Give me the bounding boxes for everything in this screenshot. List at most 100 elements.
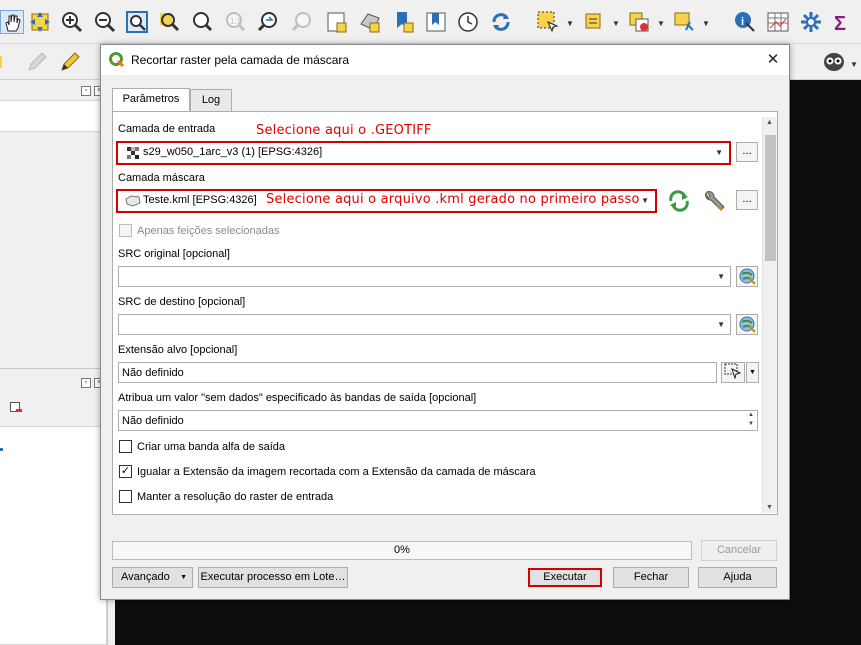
target-extent-value: Não definido [122, 367, 184, 379]
selected-only-label: Apenas feições selecionadas [137, 225, 280, 237]
wrench-settings-icon[interactable] [701, 189, 727, 213]
raster-layer-icon [127, 147, 139, 159]
chevron-down-icon[interactable]: ▼ [715, 148, 723, 157]
zoom-to-layer-icon[interactable] [190, 10, 214, 34]
crop-to-cutline-label: Igualar a Extensão da imagem recortada c… [137, 466, 536, 478]
svg-text:i: i [741, 16, 744, 28]
source-crs-select-button[interactable] [736, 266, 758, 287]
spin-arrows-icon[interactable]: ▲ ▼ [748, 411, 754, 429]
remove-layer-icon[interactable] [10, 402, 22, 414]
iterate-over-features-icon[interactable] [667, 190, 691, 212]
qgis-logo-icon [109, 52, 125, 68]
scroll-up-icon[interactable]: ▲ [766, 119, 773, 126]
zoom-native-icon[interactable]: 1:1 [223, 10, 247, 34]
chevron-down-icon[interactable]: ▼ [566, 19, 574, 28]
select-features-icon[interactable] [536, 10, 560, 34]
plugin-owl-icon[interactable] [822, 50, 846, 74]
batch-process-button[interactable]: Executar processo em Lote… [198, 567, 348, 588]
pan-hand-icon[interactable] [0, 10, 24, 34]
help-button[interactable]: Ajuda [698, 567, 777, 588]
pan-to-selection-icon[interactable] [28, 10, 52, 34]
deselect-icon[interactable] [627, 10, 651, 34]
keep-resolution-label: Manter a resolução do raster de entrada [137, 491, 334, 503]
identify-icon[interactable]: i [733, 10, 757, 34]
extent-draw-button[interactable] [721, 362, 745, 383]
float-panel-icon[interactable]: ▫ [81, 86, 91, 96]
chevron-down-icon[interactable]: ▼ [850, 60, 858, 69]
globe-icon [739, 268, 756, 285]
alpha-band-label: Criar uma banda alfa de saída [137, 441, 285, 453]
tab-log[interactable]: Log [190, 89, 232, 111]
toggle-editing-icon[interactable] [25, 50, 49, 74]
statistics-sum-icon[interactable]: Σ [831, 10, 855, 35]
target-crs-combo[interactable]: ▼ [118, 314, 731, 335]
select-on-canvas-icon [724, 363, 742, 380]
scroll-thumb[interactable] [765, 135, 776, 261]
keep-resolution-checkbox[interactable] [119, 490, 132, 503]
dialog-titlebar: Recortar raster pela camada de máscara ✕ [101, 45, 789, 75]
pencil-icon[interactable] [58, 50, 82, 74]
selected-only-checkbox[interactable] [119, 224, 132, 237]
chevron-down-icon: ▼ [749, 369, 756, 376]
chevron-down-icon[interactable]: ▼ [612, 19, 620, 28]
advanced-button[interactable]: Avançado ▼ [112, 567, 193, 588]
extent-menu-button[interactable]: ▼ [746, 362, 759, 383]
mask-annotation: Selecione aqui o arquivo .kml gerado no … [266, 192, 640, 207]
zoom-in-icon[interactable] [60, 10, 84, 34]
processing-toolbox-icon[interactable] [799, 10, 823, 34]
scroll-down-icon[interactable]: ▼ [766, 504, 773, 511]
chevron-down-icon[interactable]: ▼ [717, 272, 725, 281]
progress-bar: 0% [112, 541, 692, 560]
chevron-down-icon[interactable]: ▼ [702, 19, 710, 28]
mask-layer-combo[interactable]: Teste.kml [EPSG:4326] Selecione aqui o a… [119, 191, 654, 211]
nodata-spinbox[interactable]: Não definido ▲ ▼ [118, 410, 758, 431]
select-by-value-icon[interactable] [583, 10, 607, 34]
clip-raster-dialog: Recortar raster pela camada de máscara ✕… [100, 44, 790, 600]
layers-panel: ▫ × ▫ × [0, 80, 108, 645]
close-button[interactable]: Fechar [613, 567, 689, 588]
attribute-table-icon[interactable] [766, 10, 790, 34]
input-browse-button[interactable]: ... [736, 142, 758, 162]
select-location-icon[interactable] [672, 10, 696, 34]
source-crs-label: SRC original [opcional] [118, 248, 230, 260]
show-bookmarks-icon[interactable] [424, 10, 448, 34]
cancel-button[interactable]: Cancelar [701, 540, 777, 561]
zoom-next-icon[interactable] [290, 10, 314, 34]
chevron-down-icon[interactable]: ▼ [657, 19, 665, 28]
run-button[interactable]: Executar [528, 568, 602, 587]
new-3d-view-icon[interactable] [358, 10, 382, 34]
new-map-view-icon[interactable] [325, 10, 349, 34]
close-dialog-button[interactable]: ✕ [763, 50, 783, 70]
target-crs-select-button[interactable] [736, 314, 758, 335]
svg-text:1:1: 1:1 [230, 17, 242, 26]
zoom-out-icon[interactable] [93, 10, 117, 34]
input-layer-label: Camada de entrada [118, 123, 216, 135]
globe-icon [739, 316, 756, 333]
tab-parametros[interactable]: Parâmetros [112, 88, 190, 111]
zoom-to-selection-icon[interactable] [157, 10, 181, 34]
source-crs-combo[interactable]: ▼ [118, 266, 731, 287]
parameters-scrollbar[interactable]: ▲ ▼ [762, 117, 777, 513]
chevron-down-icon[interactable]: ▼ [717, 320, 725, 329]
alpha-band-checkbox[interactable] [119, 440, 132, 453]
float-panel-icon[interactable]: ▫ [81, 378, 91, 388]
refresh-icon[interactable] [489, 10, 513, 34]
chevron-down-icon[interactable]: ▼ [641, 196, 649, 205]
nodata-label: Atribua um valor "sem dados" especificad… [118, 392, 477, 404]
mask-layer-label: Camada máscara [118, 172, 205, 184]
checkmark-icon: ✓ [120, 465, 131, 477]
polygon-layer-icon [125, 195, 141, 207]
temporal-controller-icon[interactable] [456, 10, 480, 34]
layers-tree[interactable] [0, 100, 107, 132]
new-bookmark-icon[interactable] [392, 10, 416, 34]
parameters-panel [112, 111, 778, 515]
mask-browse-button[interactable]: ... [736, 190, 758, 210]
input-annotation: Selecione aqui o .GEOTIFF [256, 123, 432, 138]
zoom-last-icon[interactable] [256, 10, 280, 34]
crop-to-cutline-checkbox[interactable]: ✓ [119, 465, 132, 478]
digitize-icon[interactable] [0, 50, 18, 74]
browser-panel[interactable] [0, 426, 107, 645]
zoom-full-icon[interactable] [125, 10, 149, 34]
target-extent-field[interactable]: Não definido [118, 362, 717, 383]
input-layer-combo[interactable]: s29_w050_1arc_v3 (1) [EPSG:4326] ▼ [119, 143, 728, 163]
